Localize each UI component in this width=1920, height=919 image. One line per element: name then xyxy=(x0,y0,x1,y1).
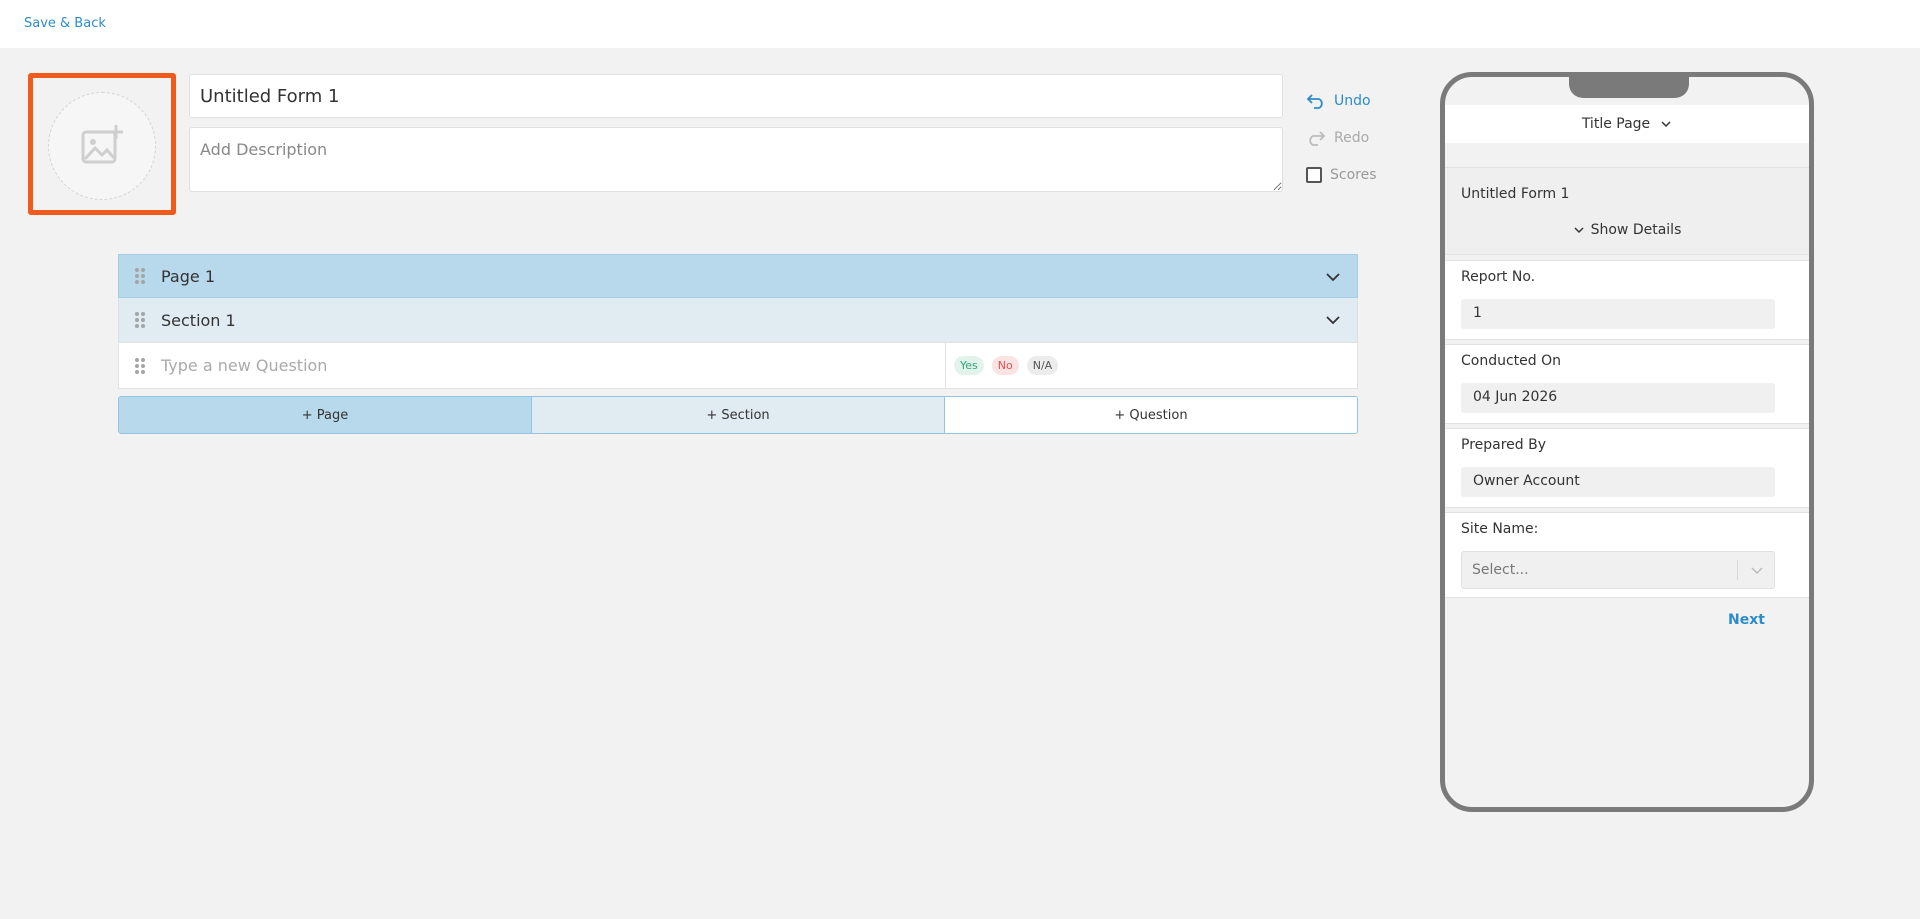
redo-icon xyxy=(1309,131,1326,146)
phone-notch xyxy=(1569,77,1689,98)
preview-form-title: Untitled Form 1 xyxy=(1461,186,1570,202)
mobile-preview: Title Page Untitled Form 1 Show Details … xyxy=(1440,72,1814,812)
add-item-bar: + Page + Section + Question xyxy=(118,396,1358,434)
form-editor: Page 1 Section 1 Type a new Question Yes… xyxy=(118,254,1358,389)
page-row[interactable]: Page 1 xyxy=(118,254,1358,298)
section-row[interactable]: Section 1 xyxy=(118,298,1358,342)
drag-handle-icon[interactable] xyxy=(135,312,145,328)
field-label: Site Name: xyxy=(1461,521,1539,537)
show-details-toggle[interactable]: Show Details xyxy=(1445,222,1809,238)
add-image-icon xyxy=(81,125,123,164)
chevron-down-icon[interactable] xyxy=(1325,269,1341,285)
next-button[interactable]: Next xyxy=(1728,612,1765,628)
response-no-badge: No xyxy=(991,356,1019,375)
report-no-input[interactable]: 1 xyxy=(1461,299,1775,329)
select-placeholder: Select... xyxy=(1472,562,1529,578)
add-page-button[interactable]: + Page xyxy=(119,397,532,433)
form-title-input[interactable] xyxy=(189,74,1283,118)
redo-button[interactable]: Redo xyxy=(1306,130,1369,146)
page-title[interactable]: Page 1 xyxy=(161,267,215,286)
site-name-field: Site Name: Select... xyxy=(1445,512,1809,598)
conducted-on-input[interactable]: 04 Jun 2026 xyxy=(1461,383,1775,413)
add-section-button[interactable]: + Section xyxy=(532,397,945,433)
undo-button[interactable]: Undo xyxy=(1306,93,1371,109)
report-no-field: Report No. 1 xyxy=(1445,260,1809,340)
select-separator xyxy=(1737,560,1738,580)
question-input[interactable]: Type a new Question xyxy=(161,356,327,375)
show-details-label: Show Details xyxy=(1590,222,1682,238)
form-description-input[interactable] xyxy=(189,127,1283,192)
chevron-down-icon xyxy=(1661,121,1671,128)
drag-handle-icon[interactable] xyxy=(135,268,145,284)
undo-icon xyxy=(1306,94,1323,109)
scores-label: Scores xyxy=(1330,167,1377,183)
top-bar: Save & Back xyxy=(0,0,1920,48)
field-label: Prepared By xyxy=(1461,437,1547,453)
logo-upload-button[interactable] xyxy=(48,92,156,200)
scores-checkbox[interactable] xyxy=(1306,167,1322,183)
preview-title-card: Untitled Form 1 Show Details xyxy=(1445,167,1809,255)
question-row[interactable]: Type a new Question Yes No N/A xyxy=(118,342,1358,389)
undo-label: Undo xyxy=(1334,93,1371,109)
scores-toggle[interactable]: Scores xyxy=(1306,167,1377,183)
prepared-by-input[interactable]: Owner Account xyxy=(1461,467,1775,497)
preview-page-selector[interactable]: Title Page xyxy=(1445,105,1809,143)
redo-label: Redo xyxy=(1334,130,1370,146)
response-type-selector[interactable]: Yes No N/A xyxy=(945,343,1357,388)
section-title[interactable]: Section 1 xyxy=(161,311,236,330)
add-question-button[interactable]: + Question xyxy=(945,397,1357,433)
field-label: Report No. xyxy=(1461,269,1536,285)
chevron-down-icon xyxy=(1751,567,1763,575)
response-yes-badge: Yes xyxy=(954,356,984,375)
save-back-link[interactable]: Save & Back xyxy=(24,16,106,31)
chevron-down-icon[interactable] xyxy=(1325,312,1341,328)
prepared-by-field: Prepared By Owner Account xyxy=(1445,428,1809,508)
chevron-down-icon xyxy=(1574,227,1584,234)
conducted-on-field: Conducted On 04 Jun 2026 xyxy=(1445,344,1809,424)
response-na-badge: N/A xyxy=(1026,356,1059,375)
field-label: Conducted On xyxy=(1461,353,1562,369)
site-name-select[interactable]: Select... xyxy=(1461,551,1775,589)
preview-page-title: Title Page xyxy=(1581,116,1651,132)
drag-handle-icon[interactable] xyxy=(135,357,145,374)
